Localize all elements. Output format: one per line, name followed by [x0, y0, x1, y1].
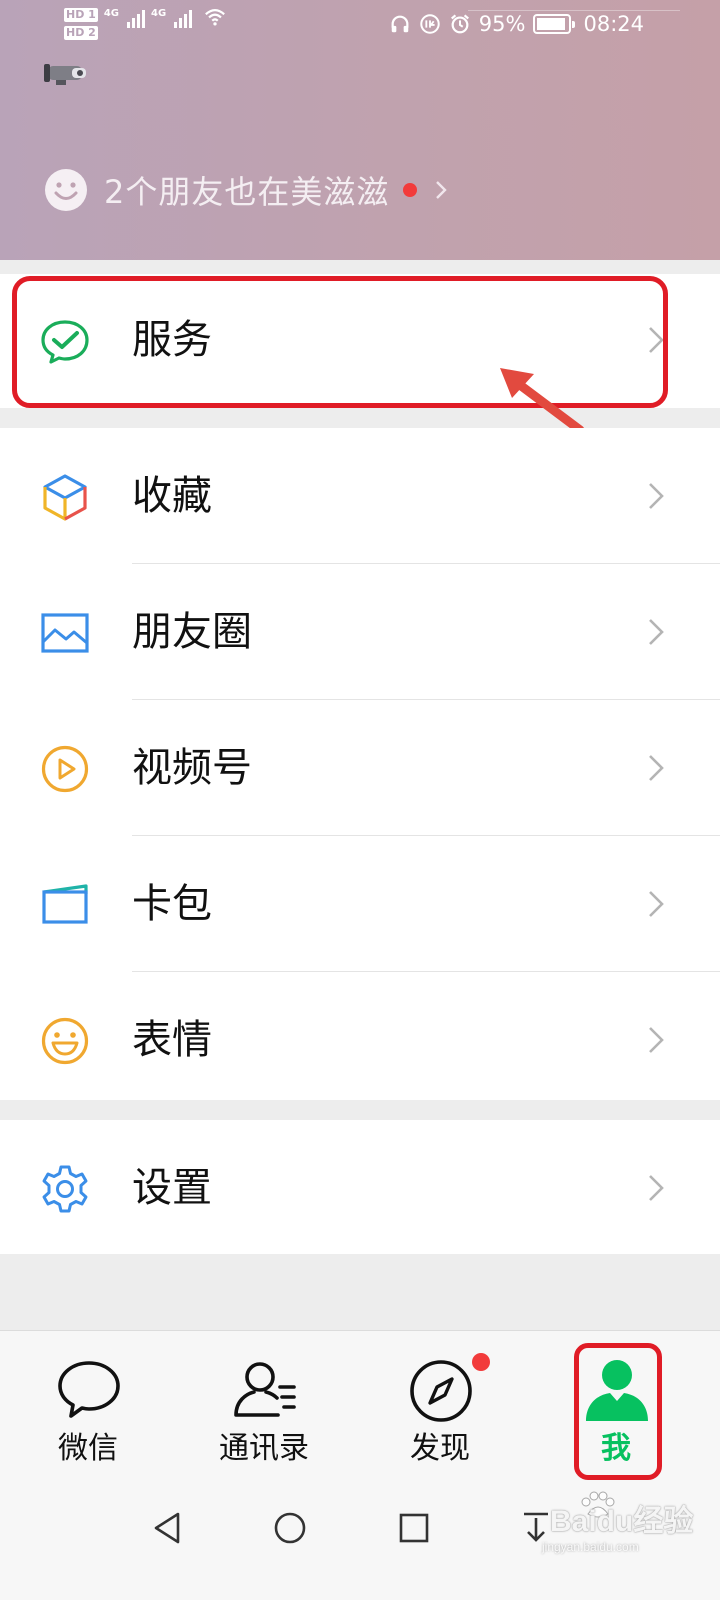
menu-item-settings[interactable]: 设置 — [0, 1120, 720, 1254]
menu-label-card-wallet: 卡包 — [132, 881, 212, 927]
tab-label-chats: 微信 — [58, 1431, 118, 1466]
watermark-url: jingyan.baidu.com — [542, 1540, 639, 1554]
chevron-right-icon — [649, 1027, 664, 1053]
hd-badge-2: HD 2 — [64, 26, 98, 40]
status-bar-right: 95% 08:24 — [389, 12, 644, 36]
watermark-text: Baidu经验 — [550, 1505, 694, 1538]
hd-badge-1: HD 1 — [64, 8, 98, 22]
moments-image-icon — [41, 613, 89, 653]
friends-status-text: 2个朋友也在美滋滋 — [104, 173, 390, 211]
tab-contacts[interactable]: 通讯录 — [204, 1353, 324, 1473]
battery-icon — [533, 14, 576, 34]
alarm-icon — [450, 14, 469, 34]
menu-item-moments[interactable]: 朋友圈 — [0, 564, 720, 700]
recents-square-icon[interactable] — [394, 1508, 434, 1548]
channels-play-icon — [41, 745, 89, 793]
profile-header: HD 1 HD 2 4G 4G 95% 08:24 2个朋友也在美滋滋 — [0, 0, 720, 260]
battery-percent: 95% — [478, 12, 526, 36]
tab-chats[interactable]: 微信 — [28, 1353, 148, 1473]
home-circle-icon[interactable] — [270, 1508, 310, 1548]
tab-label-contacts: 通讯录 — [219, 1431, 309, 1466]
features-group: 收藏 朋友圈 视频号 卡包 表情 — [0, 428, 720, 1100]
friends-status-entry[interactable]: 2个朋友也在美滋滋 — [44, 168, 448, 212]
settings-group: 设置 — [0, 1120, 720, 1254]
new-badge-dot — [403, 183, 418, 197]
wifi-icon — [205, 9, 226, 26]
header-divider — [468, 10, 680, 11]
annotation-highlight-me-tab — [574, 1343, 662, 1480]
menu-item-card-wallet[interactable]: 卡包 — [0, 836, 720, 972]
card-wallet-icon — [42, 884, 88, 924]
clock-time: 08:24 — [583, 12, 644, 36]
menu-label-favorites: 收藏 — [132, 473, 212, 519]
menu-label-channels: 视频号 — [132, 745, 252, 791]
security-camera-icon — [44, 64, 86, 85]
tab-discover[interactable]: 发现 — [380, 1353, 500, 1473]
chevron-right-icon — [649, 755, 664, 781]
stickers-smile-icon — [41, 1017, 89, 1065]
menu-item-stickers[interactable]: 表情 — [0, 972, 720, 1108]
menu-label-stickers: 表情 — [132, 1017, 212, 1063]
menu-label-moments: 朋友圈 — [132, 609, 252, 655]
tab-label-discover: 发现 — [410, 1431, 470, 1466]
chevron-right-icon — [649, 483, 664, 509]
menu-item-favorites[interactable]: 收藏 — [0, 428, 720, 564]
data-saver-icon — [420, 14, 440, 34]
favorites-cube-icon — [43, 474, 87, 521]
signal-type-1: 4G — [103, 8, 119, 19]
settings-gear-icon — [42, 1165, 88, 1213]
menu-item-channels[interactable]: 视频号 — [0, 700, 720, 836]
back-triangle-icon[interactable] — [148, 1508, 188, 1548]
chevron-right-icon — [649, 1175, 664, 1201]
contacts-icon — [234, 1362, 296, 1417]
compass-icon — [410, 1360, 472, 1422]
chevron-right-icon — [436, 181, 448, 199]
headphones-icon — [391, 15, 409, 33]
baidu-watermark: Baidu经验 jingyan.baidu.com — [520, 1490, 710, 1570]
chat-bubble-icon — [58, 1361, 120, 1418]
chevron-right-icon — [649, 891, 664, 917]
discover-badge-dot — [472, 1353, 490, 1371]
signal-bars-1-icon — [127, 8, 145, 28]
signal-bars-2-icon — [174, 8, 193, 28]
status-bar: HD 1 HD 2 4G 4G 95% 08:24 — [0, 0, 720, 52]
smile-icon — [45, 169, 87, 211]
chevron-right-icon — [649, 619, 664, 645]
status-bar-left: HD 1 HD 2 4G 4G — [64, 8, 226, 40]
menu-label-settings: 设置 — [132, 1165, 212, 1211]
annotation-arrow-icon — [500, 368, 585, 435]
signal-type-2: 4G — [151, 8, 167, 19]
